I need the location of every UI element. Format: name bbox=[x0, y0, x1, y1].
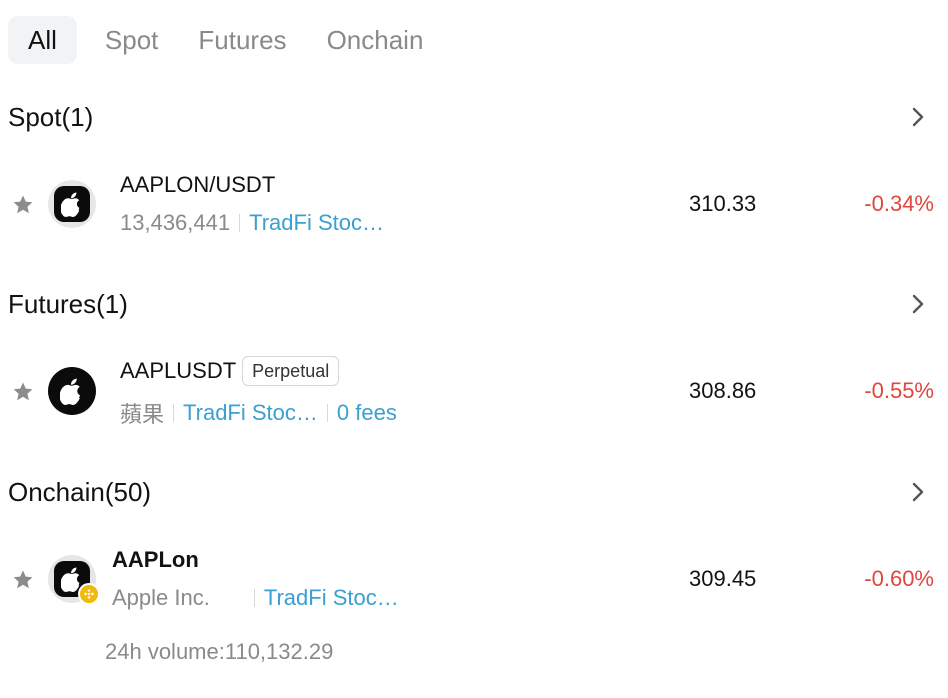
last-price: 308.86 bbox=[689, 378, 757, 403]
divider bbox=[173, 404, 175, 422]
volume-24h: 24h volume:110,132.29 bbox=[105, 639, 334, 664]
onchain-section-header[interactable]: Onchain(50) bbox=[8, 472, 934, 512]
apple-logo-icon bbox=[48, 555, 100, 605]
last-price: 309.45 bbox=[689, 566, 757, 591]
spot-market-row[interactable]: AAPLON/USDT 13,436,441 TradFi Stoc… 310.… bbox=[8, 160, 934, 250]
star-icon[interactable] bbox=[10, 567, 36, 593]
token-symbol: AAPLon bbox=[112, 547, 199, 572]
price-change: -0.60% bbox=[864, 566, 934, 591]
chevron-right-icon[interactable] bbox=[906, 105, 930, 129]
bnb-chain-icon bbox=[78, 583, 100, 605]
futures-section-title: Futures(1) bbox=[8, 288, 128, 319]
star-icon[interactable] bbox=[10, 379, 36, 405]
tradfi-tag-link[interactable]: TradFi Stoc… bbox=[264, 585, 399, 611]
tradfi-tag-link[interactable]: TradFi Stoc… bbox=[183, 400, 318, 426]
asset-name: 蘋果 bbox=[120, 402, 165, 427]
star-icon[interactable] bbox=[10, 192, 36, 218]
tab-spot[interactable]: Spot bbox=[93, 16, 171, 64]
zero-fees-link[interactable]: 0 fees bbox=[337, 400, 397, 426]
pair-name-line: AAPLUSDT Perpetual bbox=[120, 356, 340, 386]
divider bbox=[239, 214, 241, 232]
divider bbox=[253, 589, 255, 607]
apple-logo-icon bbox=[48, 367, 96, 415]
pair-name: AAPLUSDT bbox=[120, 358, 237, 383]
apple-logo-icon bbox=[48, 180, 96, 228]
volume-value: 13,436,441 bbox=[120, 210, 231, 235]
tab-all[interactable]: All bbox=[8, 16, 77, 64]
perpetual-badge: Perpetual bbox=[242, 356, 340, 386]
category-tabs: All Spot Futures Onchain bbox=[8, 16, 435, 64]
token-name: Apple Inc. bbox=[112, 585, 210, 610]
spot-section-header[interactable]: Spot(1) bbox=[8, 97, 934, 137]
spot-section-title: Spot(1) bbox=[8, 101, 94, 132]
pair-meta: 蘋果 TradFi Stoc… 0 fees bbox=[120, 397, 397, 429]
tab-onchain[interactable]: Onchain bbox=[315, 16, 436, 64]
futures-market-row[interactable]: AAPLUSDT Perpetual 蘋果 TradFi Stoc… 0 fee… bbox=[8, 347, 934, 437]
onchain-market-row[interactable]: AAPLon Apple Inc. TradFi Stoc… 309.45 -0… bbox=[8, 535, 934, 625]
futures-section-header[interactable]: Futures(1) bbox=[8, 284, 934, 324]
chevron-right-icon[interactable] bbox=[906, 292, 930, 316]
pair-meta: 13,436,441 TradFi Stoc… bbox=[120, 210, 384, 236]
divider bbox=[326, 404, 328, 422]
tradfi-tag-link[interactable]: TradFi Stoc… bbox=[249, 210, 384, 236]
chevron-right-icon[interactable] bbox=[906, 480, 930, 504]
tab-futures[interactable]: Futures bbox=[186, 16, 298, 64]
price-change: -0.55% bbox=[864, 378, 934, 403]
last-price: 310.33 bbox=[689, 191, 757, 216]
price-change: -0.34% bbox=[864, 191, 934, 216]
pair-name: AAPLON/USDT bbox=[120, 172, 276, 197]
onchain-section-title: Onchain(50) bbox=[8, 476, 152, 507]
token-meta: Apple Inc. TradFi Stoc… bbox=[112, 585, 399, 611]
